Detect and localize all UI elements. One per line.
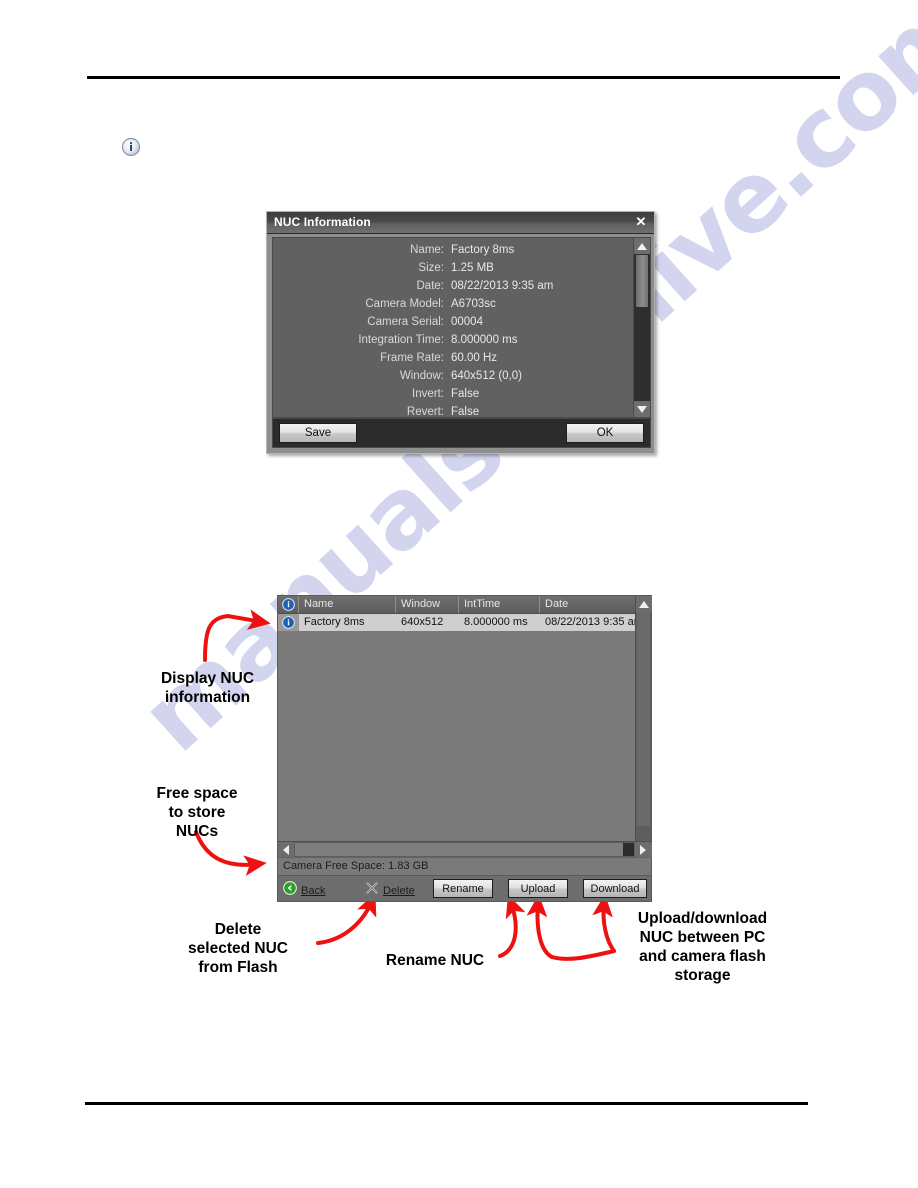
info-label: Camera Model: bbox=[365, 298, 444, 310]
list-body: Factory 8ms 640x512 8.000000 ms 08/22/20… bbox=[278, 614, 651, 860]
dialog-footer: Save OK bbox=[272, 418, 651, 448]
delete-x-icon bbox=[365, 881, 379, 900]
nuc-info-field-list: Name: Factory 8ms Size: 1.25 MB Date: 08… bbox=[273, 241, 628, 418]
download-button[interactable]: Download bbox=[583, 879, 647, 898]
dialog-title: NUC Information bbox=[274, 215, 371, 229]
info-value: Factory 8ms bbox=[451, 244, 515, 256]
annotation-delete-nuc: Delete selected NUC from Flash bbox=[188, 921, 288, 976]
info-value: 00004 bbox=[451, 316, 483, 328]
annotation-free-space: Free space to store NUCs bbox=[156, 785, 238, 840]
list-header: Name Window IntTime Date bbox=[278, 596, 651, 614]
scroll-down-icon[interactable] bbox=[634, 401, 650, 417]
info-row: Invert: False bbox=[273, 385, 628, 403]
nuc-information-dialog: NUC Information ✕ Name: Factory 8ms Size… bbox=[266, 211, 655, 454]
info-label: Window: bbox=[399, 370, 444, 382]
info-value: A6703sc bbox=[451, 298, 496, 310]
info-value: 8.000000 ms bbox=[451, 334, 518, 346]
info-value: 640x512 (0,0) bbox=[451, 370, 522, 382]
hscroll-track[interactable] bbox=[295, 843, 634, 856]
watermark: manualsarchive.com bbox=[0, 0, 918, 1188]
ok-button[interactable]: OK bbox=[566, 423, 644, 443]
back-link-label: Back bbox=[301, 884, 326, 897]
list-vertical-scrollbar[interactable] bbox=[635, 596, 652, 859]
camera-free-space-text: Camera Free Space: 1.83 GB bbox=[283, 860, 429, 872]
info-label: Invert: bbox=[412, 388, 444, 400]
rename-button[interactable]: Rename bbox=[433, 879, 493, 898]
info-row: Frame Rate: 60.00 Hz bbox=[273, 349, 628, 367]
info-label: Camera Serial: bbox=[367, 316, 444, 328]
page-header-rule bbox=[87, 76, 840, 79]
scrollbar-thumb[interactable] bbox=[636, 255, 648, 307]
save-button[interactable]: Save bbox=[279, 423, 357, 443]
info-label: Revert: bbox=[406, 406, 444, 418]
row-int-time: 8.000000 ms bbox=[464, 616, 528, 628]
column-header-name[interactable]: Name bbox=[299, 596, 396, 613]
info-label: Frame Rate: bbox=[380, 352, 444, 364]
info-row: Date: 08/22/2013 9:35 am bbox=[273, 277, 628, 295]
info-label: Date: bbox=[416, 280, 445, 292]
row-name: Factory 8ms bbox=[304, 616, 365, 628]
annotation-upload-download: Upload/download NUC between PC and camer… bbox=[637, 910, 768, 984]
info-value: 08/22/2013 9:35 am bbox=[451, 280, 554, 292]
info-row: Size: 1.25 MB bbox=[273, 259, 628, 277]
info-label: Name: bbox=[410, 244, 444, 256]
upload-button[interactable]: Upload bbox=[508, 879, 568, 898]
info-label: Integration Time: bbox=[358, 334, 444, 346]
back-link[interactable]: Back bbox=[283, 881, 325, 900]
nuc-list-dialog: Name Window IntTime Date Factory 8ms 640… bbox=[277, 595, 652, 902]
column-header-window[interactable]: Window bbox=[396, 596, 459, 613]
hscroll-thumb[interactable] bbox=[623, 843, 634, 856]
info-value: False bbox=[451, 406, 480, 418]
status-bar: Camera Free Space: 1.83 GB bbox=[278, 857, 651, 874]
delete-link-label: Delete bbox=[383, 884, 415, 897]
vertical-scrollbar[interactable] bbox=[633, 238, 650, 417]
column-header-info-icon[interactable] bbox=[278, 596, 299, 613]
delete-link[interactable]: Delete bbox=[365, 881, 415, 900]
info-icon bbox=[121, 137, 141, 157]
back-arrow-icon bbox=[283, 881, 297, 900]
scroll-right-icon[interactable] bbox=[635, 842, 651, 857]
info-value: False bbox=[451, 388, 480, 400]
dialog-titlebar[interactable]: NUC Information ✕ bbox=[267, 212, 654, 234]
nuc-info-body: Name: Factory 8ms Size: 1.25 MB Date: 08… bbox=[272, 237, 651, 418]
annotation-arrows bbox=[194, 609, 616, 961]
close-icon[interactable]: ✕ bbox=[633, 214, 649, 230]
page-footer-rule bbox=[85, 1102, 808, 1105]
list-scrollbar-thumb[interactable] bbox=[637, 612, 650, 826]
info-row: Name: Factory 8ms bbox=[273, 241, 628, 259]
info-row: Revert: False bbox=[273, 403, 628, 418]
scroll-left-icon[interactable] bbox=[278, 842, 294, 857]
info-row: Integration Time: 8.000000 ms bbox=[273, 331, 628, 349]
info-label: Size: bbox=[418, 262, 444, 274]
annotation-display-nuc: Display NUC information bbox=[160, 670, 255, 706]
table-row[interactable]: Factory 8ms 640x512 8.000000 ms 08/22/20… bbox=[278, 614, 651, 631]
annotation-rename-nuc: Rename NUC bbox=[385, 952, 485, 969]
info-value: 1.25 MB bbox=[451, 262, 494, 274]
row-window: 640x512 bbox=[401, 616, 444, 628]
info-value: 60.00 Hz bbox=[451, 352, 498, 364]
list-toolbar: Back Delete Rename Upload Download bbox=[278, 875, 651, 901]
column-header-int-time[interactable]: IntTime bbox=[459, 596, 540, 613]
info-row: Camera Serial: 00004 bbox=[273, 313, 628, 331]
list-horizontal-scrollbar[interactable] bbox=[278, 841, 651, 857]
row-info-icon[interactable] bbox=[278, 614, 299, 631]
list-scroll-up-icon[interactable] bbox=[636, 596, 652, 612]
info-row: Window: 640x512 (0,0) bbox=[273, 367, 628, 385]
info-row: Camera Model: A6703sc bbox=[273, 295, 628, 313]
scroll-up-icon[interactable] bbox=[634, 238, 650, 254]
